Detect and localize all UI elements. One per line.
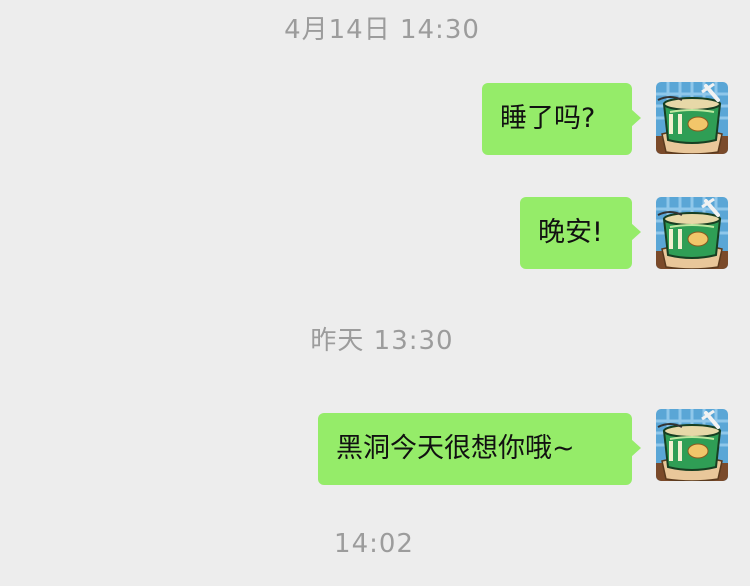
avatar[interactable] [656, 197, 728, 269]
avatar[interactable] [656, 409, 728, 481]
timestamp: 14:02 [334, 529, 414, 559]
instant-noodle-cup-icon [656, 197, 728, 269]
message-bubble[interactable]: 黑洞今天很想你哦~ [318, 413, 641, 485]
instant-noodle-cup-icon [656, 409, 728, 481]
avatar[interactable] [656, 82, 728, 154]
chat-area: 4月14日 14:30 睡了吗? 晚安! 昨天 13:30 黑洞今天很想你哦~ … [0, 0, 750, 586]
message-bubble[interactable]: 晚安! [520, 197, 641, 269]
timestamp: 4月14日 14:30 [284, 15, 480, 45]
message-bubble[interactable]: 睡了吗? [482, 83, 641, 155]
timestamp: 昨天 13:30 [310, 326, 454, 356]
instant-noodle-cup-icon [656, 82, 728, 154]
